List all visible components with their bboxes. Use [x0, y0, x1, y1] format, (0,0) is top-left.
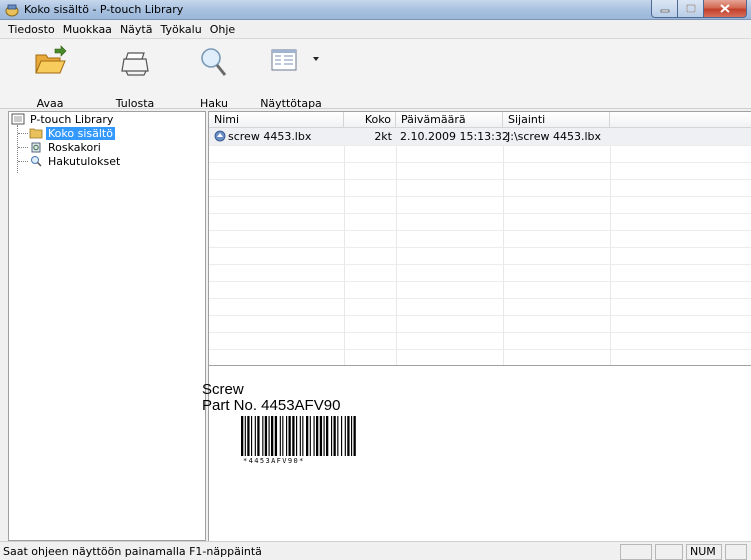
open-folder-icon: [35, 45, 67, 74]
column-header-location[interactable]: Sijainti: [503, 112, 610, 128]
search-label: Haku: [199, 97, 228, 110]
close-button[interactable]: [703, 0, 747, 18]
label-preview: Screw Screw Part No. 4453AFV90 *4453AFV9…: [202, 365, 751, 541]
search-icon: [201, 48, 227, 76]
print-button[interactable]: Tulosta: [106, 45, 164, 110]
folder-tree[interactable]: P-touch Library Koko sisältö Roskakori H…: [8, 111, 206, 541]
tree-item-recycle-bin[interactable]: Roskakori: [29, 140, 103, 154]
status-bar: Saat ohjeen näyttöön painamalla F1-näppä…: [0, 541, 751, 560]
column-header-date[interactable]: Päivämäärä: [396, 112, 503, 128]
toolbar: Avaa Tulosta Haku Näyttötapa: [0, 39, 751, 110]
menu-nayta[interactable]: Näytä: [116, 21, 157, 38]
num-lock-indicator: NUM: [686, 544, 722, 560]
menu-ohje[interactable]: Ohje: [206, 21, 239, 38]
print-label: Tulosta: [115, 97, 155, 110]
view-mode-button[interactable]: Näyttötapa: [256, 45, 326, 110]
window-title: Koko sisältö - P-touch Library: [24, 3, 184, 16]
menu-tiedosto[interactable]: Tiedosto: [4, 21, 59, 38]
lbx-file-icon: [214, 130, 226, 142]
chevron-down-icon[interactable]: [312, 56, 320, 62]
title-bar[interactable]: Koko sisältö - P-touch Library: [0, 0, 751, 20]
status-panel: [620, 544, 652, 560]
view-list-icon: [271, 49, 297, 71]
barcode: [241, 416, 356, 456]
cell-size: 2kt: [374, 130, 392, 143]
p-touch-app-icon: [5, 4, 19, 17]
view-mode-label: Näyttötapa: [260, 97, 322, 110]
recycle-bin-icon: [31, 142, 41, 153]
preview-title: Screw: [202, 381, 244, 398]
maximize-button[interactable]: [677, 0, 703, 18]
tree-root[interactable]: P-touch Library: [11, 112, 115, 126]
tree-item-label: Hakutulokset: [48, 154, 121, 168]
barcode-text: *4453AFV90*: [243, 457, 305, 465]
column-header-size[interactable]: Koko: [344, 112, 396, 128]
status-message: Saat ohjeen näyttöön painamalla F1-näppä…: [3, 545, 262, 558]
cell-date: 2.10.2009 15:13:32: [400, 130, 509, 143]
printer-icon: [121, 52, 149, 76]
minimize-icon: [660, 9, 669, 12]
search-results-icon: [31, 156, 42, 167]
tree-item-search-results[interactable]: Hakutulokset: [29, 154, 122, 168]
open-label: Avaa: [36, 97, 64, 110]
tree-root-label: P-touch Library: [30, 112, 114, 126]
cell-name: screw 4453.lbx: [228, 130, 312, 143]
library-icon: [11, 113, 25, 125]
list-body: screw 4453.lbx 2kt 2.10.2009 15:13:32 J:…: [209, 128, 751, 365]
file-list[interactable]: Nimi Koko Päivämäärä Sijainti screw 4453…: [208, 111, 751, 365]
menu-bar: Tiedosto Muokkaa Näytä Työkalu Ohje: [0, 20, 751, 39]
status-panel: [725, 544, 747, 560]
app-window: Koko sisältö - P-touch Library Tiedosto …: [0, 0, 751, 560]
tree-item-label: Roskakori: [48, 140, 101, 154]
search-button[interactable]: Haku: [194, 45, 234, 110]
column-header-name[interactable]: Nimi: [209, 112, 344, 128]
status-panel: [655, 544, 683, 560]
maximize-icon: [685, 4, 696, 13]
menu-muokkaa[interactable]: Muokkaa: [59, 21, 116, 38]
minimize-button[interactable]: [651, 0, 677, 18]
tree-item-all-content[interactable]: Koko sisältö: [29, 126, 115, 140]
tree-item-label: Koko sisältö: [46, 126, 115, 140]
window-controls: [651, 0, 747, 18]
close-icon: [720, 4, 730, 13]
list-header: Nimi Koko Päivämäärä Sijainti: [209, 112, 751, 128]
folder-icon: [29, 128, 43, 139]
cell-location: J:\screw 4453.lbx: [507, 130, 602, 143]
menu-tyokalu[interactable]: Työkalu: [156, 21, 205, 38]
preview-part-number: Part No. 4453AFV90: [202, 397, 341, 414]
open-button[interactable]: Avaa: [24, 45, 76, 110]
table-row[interactable]: screw 4453.lbx 2kt 2.10.2009 15:13:32 J:…: [209, 128, 751, 145]
